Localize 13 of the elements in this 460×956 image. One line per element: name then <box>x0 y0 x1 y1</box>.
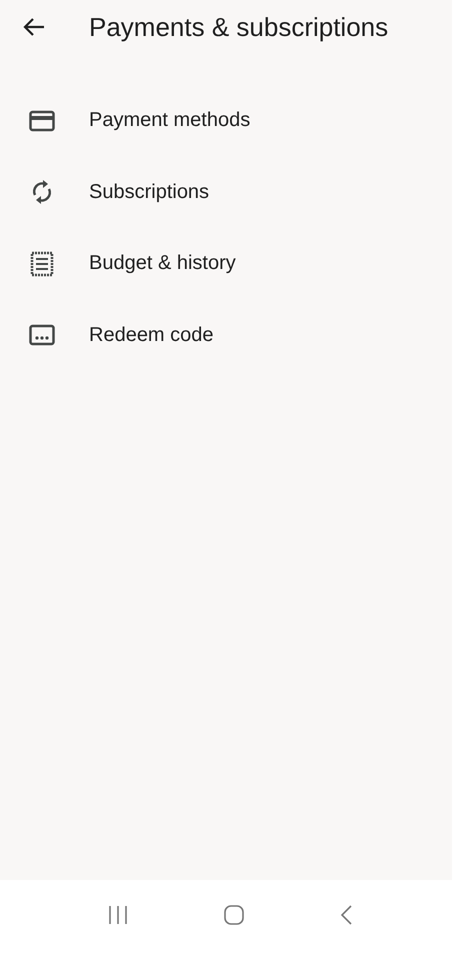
recent-apps-icon <box>107 905 129 925</box>
sync-icon <box>31 179 53 206</box>
back-arrow-icon <box>23 17 45 37</box>
menu-item[interactable]: Payment methods <box>0 85 452 156</box>
menu-item[interactable]: Subscriptions <box>0 156 452 228</box>
menu-item[interactable]: Redeem code <box>0 300 452 371</box>
back-chevron-icon <box>339 904 353 926</box>
code-ticket-icon <box>29 324 55 346</box>
menu-item[interactable]: Budget & history <box>0 228 452 300</box>
credit-card-icon <box>29 110 55 132</box>
receipt-icon <box>30 250 54 277</box>
home-icon <box>223 904 245 926</box>
page-title: Payments & subscriptions <box>89 12 388 42</box>
